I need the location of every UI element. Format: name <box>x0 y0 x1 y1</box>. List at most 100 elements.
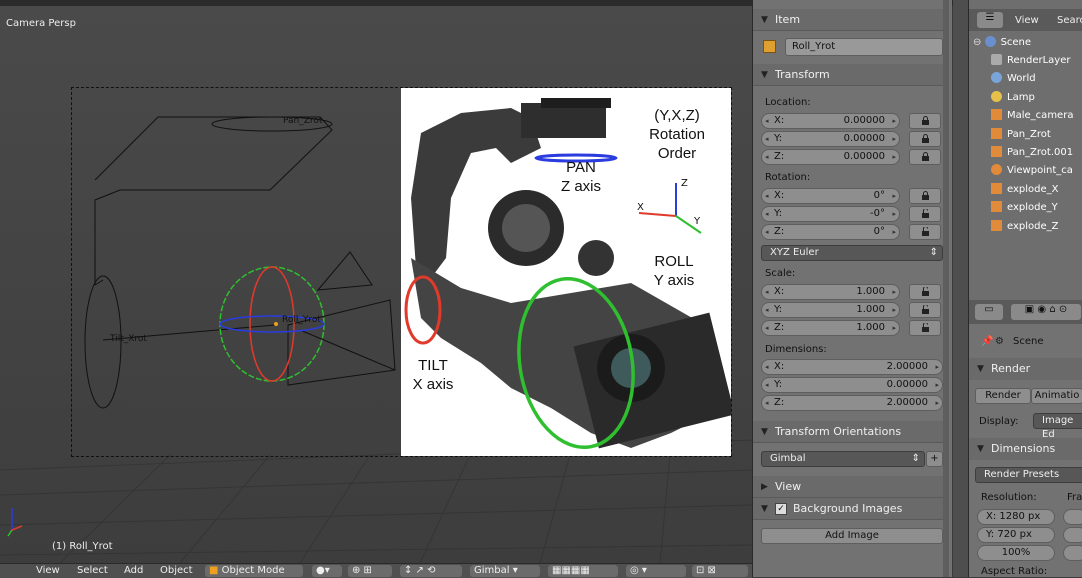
lamp-icon <box>991 91 1002 102</box>
resolution-percent-field[interactable]: 100% <box>977 545 1055 561</box>
editor-type-icon[interactable]: ▭ <box>975 304 1003 320</box>
outliner-item-explode-z[interactable]: explode_Z <box>991 218 1059 236</box>
render-panel-header[interactable]: ▼ Render <box>969 358 1082 380</box>
dimension-x-field[interactable]: ◂ X: 2.00000 ▸ <box>761 359 943 375</box>
object-cube-icon <box>763 40 776 53</box>
dimensions-label: Dimensions: <box>765 344 827 355</box>
resolution-x-field[interactable]: X: 1280 px <box>977 509 1055 525</box>
menu-object[interactable]: Object <box>160 565 193 576</box>
transform-panel-header[interactable]: ▼ Transform <box>753 64 949 86</box>
add-orientation-button[interactable]: + <box>926 451 943 467</box>
location-y-field[interactable]: ◂ Y: 0.00000 ▸ <box>761 131 900 147</box>
transform-orientations-header[interactable]: ▼ Transform Orientations <box>753 421 949 443</box>
frame-start-field[interactable] <box>1063 509 1082 525</box>
rotation-x-field[interactable]: ◂ X: 0° ▸ <box>761 188 900 204</box>
item-panel-header[interactable]: ▼ Item <box>753 9 949 31</box>
render-button[interactable]: Render <box>975 388 1031 404</box>
view-panel-header[interactable]: ▶ View <box>753 476 949 498</box>
mode-selector[interactable]: ■ Object Mode <box>205 565 303 577</box>
collapse-icon: ▼ <box>977 444 984 454</box>
add-image-button[interactable]: Add Image <box>761 528 943 544</box>
outliner-search-menu[interactable]: Searc <box>1057 15 1082 26</box>
lock-scale-z-icon[interactable] <box>909 320 941 336</box>
location-label: Location: <box>765 97 811 108</box>
plus-icon: + <box>930 453 939 464</box>
pin-icon[interactable]: 📌 <box>981 336 993 347</box>
lock-rotation-z-icon[interactable] <box>909 224 941 240</box>
orientation-dropdown[interactable]: Gimbal ⇕ <box>761 451 925 467</box>
resolution-label: Resolution: <box>981 492 1037 503</box>
3d-viewport[interactable]: Camera Persp Pan_Zrot Tilt_Xrot Roll_Yro… <box>0 0 752 563</box>
collapse-icon: ▼ <box>761 427 768 437</box>
active-object-label: (1) Roll_Yrot <box>52 541 113 552</box>
outliner-view-menu[interactable]: View <box>1015 15 1039 26</box>
menu-select[interactable]: Select <box>77 565 108 576</box>
mesh-object-icon <box>991 128 1002 139</box>
camera-object-icon <box>991 164 1002 175</box>
outliner-item-male-camera[interactable]: Male_camera <box>991 107 1073 125</box>
scene-icon <box>984 36 996 47</box>
lock-scale-y-icon[interactable] <box>909 302 941 318</box>
dimension-z-field[interactable]: ◂ Z: 2.00000 ▸ <box>761 395 943 411</box>
location-x-field[interactable]: ◂ X: 0.00000 ▸ <box>761 113 900 129</box>
lock-scale-x-icon[interactable] <box>909 284 941 300</box>
viewport-shading-button[interactable]: ●▾ <box>312 565 342 577</box>
outliner-item-explode-y[interactable]: explode_Y <box>991 199 1058 217</box>
dimensions-panel-header[interactable]: ▼ Dimensions <box>969 438 1082 460</box>
lock-location-z-icon[interactable] <box>909 149 941 165</box>
display-dropdown[interactable]: Image Ed <box>1033 413 1082 440</box>
lock-location-y-icon[interactable] <box>909 131 941 147</box>
outliner-item-scene[interactable]: ⊖ Scene <box>973 34 1031 52</box>
area-divider[interactable] <box>953 0 968 577</box>
roll-axis-label: ROLL Y axis <box>653 253 695 289</box>
dimension-y-field[interactable]: ◂ Y: 0.00000 ▸ <box>761 377 943 393</box>
lock-location-x-icon[interactable] <box>909 113 941 129</box>
display-label: Display: <box>979 416 1019 427</box>
outliner-item-viewpoint[interactable]: Viewpoint_ca <box>991 162 1073 180</box>
resolution-y-field[interactable]: Y: 720 px <box>977 527 1055 543</box>
proportional-edit-buttons[interactable]: ◎ ▾ <box>626 565 686 577</box>
rotation-y-field[interactable]: ◂ Y: -0° ▸ <box>761 206 900 222</box>
mesh-object-icon <box>991 183 1002 194</box>
outliner-item-pan-zrot-001[interactable]: Pan_Zrot.001 <box>991 144 1073 162</box>
context-label: Scene <box>1013 336 1044 347</box>
pivot-snap-buttons[interactable]: ⊕ ⊞ <box>348 565 392 577</box>
scale-z-field[interactable]: ◂ Z: 1.000 ▸ <box>761 320 900 336</box>
lock-rotation-y-icon[interactable] <box>909 206 941 222</box>
outliner-item-pan-zrot[interactable]: Pan_Zrot <box>991 126 1051 144</box>
layer-buttons[interactable]: ▦▦▦▦ <box>548 565 618 577</box>
background-images-header[interactable]: ▼ ✓ Background Images <box>753 498 949 520</box>
tilt-label: Tilt_Xrot <box>110 334 147 344</box>
frame-step-field[interactable] <box>1063 545 1082 561</box>
background-reference-image: (Y,X,Z) Rotation Order PAN Z axis ROLL Y… <box>401 88 731 456</box>
panel-scrollbar[interactable] <box>943 0 949 577</box>
object-name-field[interactable]: Roll_Yrot <box>785 38 943 56</box>
menu-add[interactable]: Add <box>124 565 143 576</box>
scale-y-field[interactable]: ◂ Y: 1.000 ▸ <box>761 302 900 318</box>
render-presets-dropdown[interactable]: Render Presets <box>975 467 1082 483</box>
outliner-item-lamp[interactable]: Lamp <box>991 89 1035 107</box>
location-z-field[interactable]: ◂ Z: 0.00000 ▸ <box>761 149 900 165</box>
lock-rotation-x-icon[interactable] <box>909 188 941 204</box>
outliner-item-world[interactable]: World <box>991 70 1036 88</box>
checkbox-checked-icon[interactable]: ✓ <box>775 503 787 515</box>
outliner-item-explode-x[interactable]: explode_X <box>991 181 1059 199</box>
menu-view[interactable]: View <box>36 565 60 576</box>
tilt-axis-label: TILT X axis <box>412 357 454 393</box>
rotation-z-field[interactable]: ◂ Z: 0° ▸ <box>761 224 900 240</box>
rotation-mode-dropdown[interactable]: XYZ Euler ⇕ <box>761 245 943 261</box>
transform-manipulator-buttons[interactable]: ↕ ↗ ⟲ <box>400 565 462 577</box>
roll-label: Roll_Yrot <box>282 315 321 325</box>
snap-buttons[interactable]: ⊡ ⊠ <box>692 565 748 577</box>
mesh-object-icon <box>991 201 1002 212</box>
context-tabs[interactable]: ▣ ◉ ⌂ ⊙ <box>1011 304 1081 320</box>
collapse-icon: ▼ <box>761 15 768 25</box>
frame-end-field[interactable] <box>1063 527 1082 543</box>
outliner-item-renderlayers[interactable]: RenderLayer <box>991 52 1070 70</box>
rotation-label: Rotation: <box>765 172 811 183</box>
orientation-selector[interactable]: Gimbal ▾ <box>470 565 540 577</box>
renderlayer-icon <box>991 54 1002 65</box>
scale-x-field[interactable]: ◂ X: 1.000 ▸ <box>761 284 900 300</box>
editor-type-icon[interactable]: ☰ <box>977 12 1003 28</box>
animation-button[interactable]: Animatio <box>1031 388 1082 404</box>
